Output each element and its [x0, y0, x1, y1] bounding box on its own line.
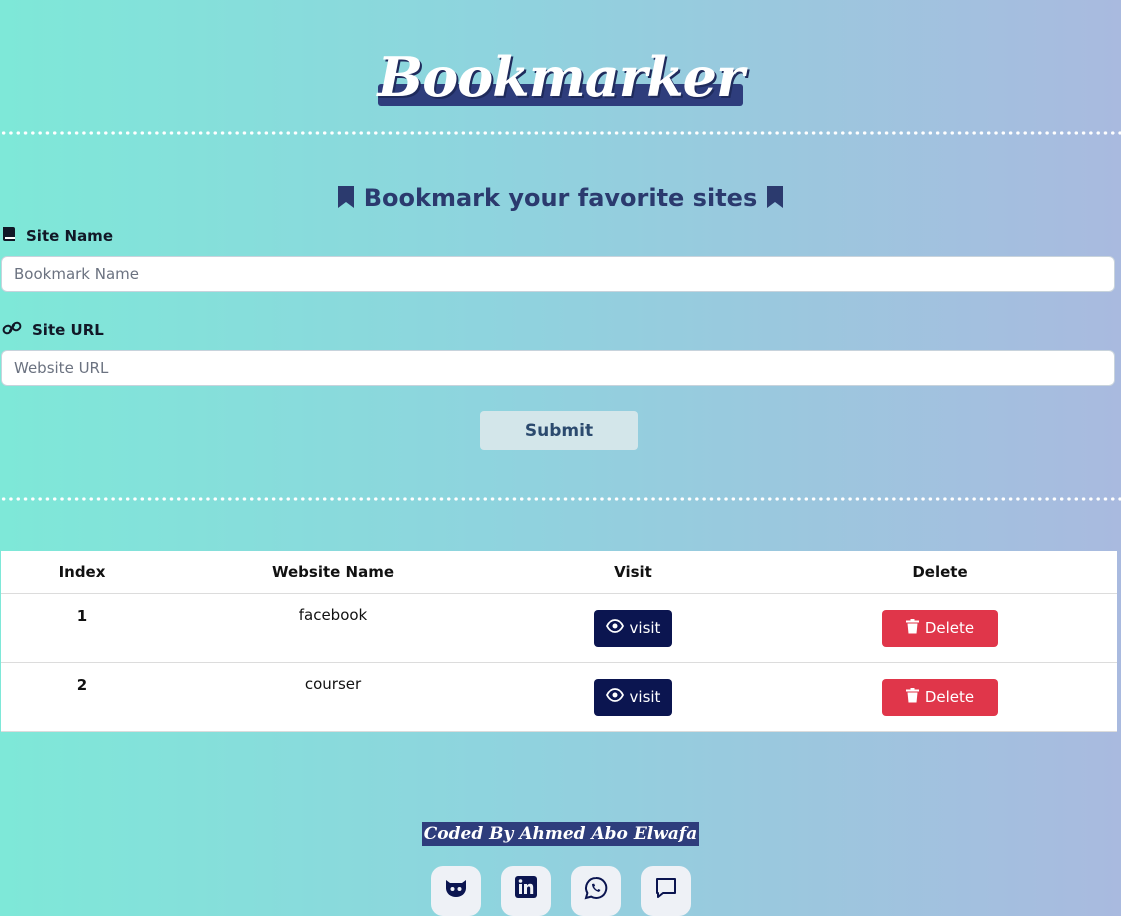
form-heading-text: Bookmark your favorite sites — [363, 184, 758, 212]
site-name-input[interactable] — [1, 256, 1115, 292]
visit-cell: visit — [503, 593, 763, 663]
row-website-name: courser — [163, 662, 503, 732]
github-link[interactable] — [430, 866, 481, 916]
whatsapp-link[interactable] — [570, 866, 621, 916]
trash-icon — [905, 687, 919, 707]
table-row: 2 courser visit Delete — [1, 662, 1117, 732]
linkedin-link[interactable] — [500, 866, 551, 916]
bookmark-icon — [766, 185, 784, 215]
column-header-index: Index — [1, 551, 163, 594]
column-header-delete: Delete — [763, 551, 1117, 594]
site-url-input[interactable] — [1, 350, 1115, 386]
visit-button[interactable]: visit — [593, 609, 673, 647]
eye-icon — [605, 688, 624, 706]
linkedin-icon — [514, 876, 537, 902]
header: Bookmarker — [0, 48, 1121, 106]
delete-button[interactable]: Delete — [881, 609, 999, 647]
delete-button[interactable]: Delete — [881, 678, 999, 716]
social-links — [0, 866, 1121, 916]
site-name-label: Site Name — [2, 226, 113, 246]
visit-button[interactable]: visit — [593, 678, 673, 716]
bookmark-icon — [337, 185, 355, 215]
delete-cell: Delete — [763, 593, 1117, 663]
divider — [0, 131, 1121, 135]
row-index: 1 — [1, 593, 163, 663]
column-header-website-name: Website Name — [163, 551, 503, 594]
form-heading: Bookmark your favorite sites — [0, 184, 1121, 215]
site-url-label: Site URL — [2, 320, 104, 340]
bookmarks-table: Index Website Name Visit Delete 1 facebo… — [1, 551, 1117, 732]
book-icon — [2, 226, 16, 246]
divider — [0, 497, 1121, 501]
trash-icon — [905, 618, 919, 638]
visit-cell: visit — [503, 662, 763, 732]
footer: Coded By Ahmed Abo Elwafa — [0, 822, 1121, 846]
row-index: 2 — [1, 662, 163, 732]
page-title: Bookmarker — [377, 45, 744, 109]
delete-cell: Delete — [763, 662, 1117, 732]
github-icon — [443, 876, 469, 902]
column-header-visit: Visit — [503, 551, 763, 594]
eye-icon — [605, 619, 624, 637]
submit-button[interactable]: Submit — [480, 411, 638, 450]
message-link[interactable] — [640, 866, 691, 916]
table-row: 1 facebook visit Delete — [1, 593, 1117, 663]
table-header-row: Index Website Name Visit Delete — [1, 551, 1117, 594]
link-icon — [2, 320, 22, 340]
row-website-name: facebook — [163, 593, 503, 663]
footer-credit: Coded By Ahmed Abo Elwafa — [421, 822, 700, 846]
